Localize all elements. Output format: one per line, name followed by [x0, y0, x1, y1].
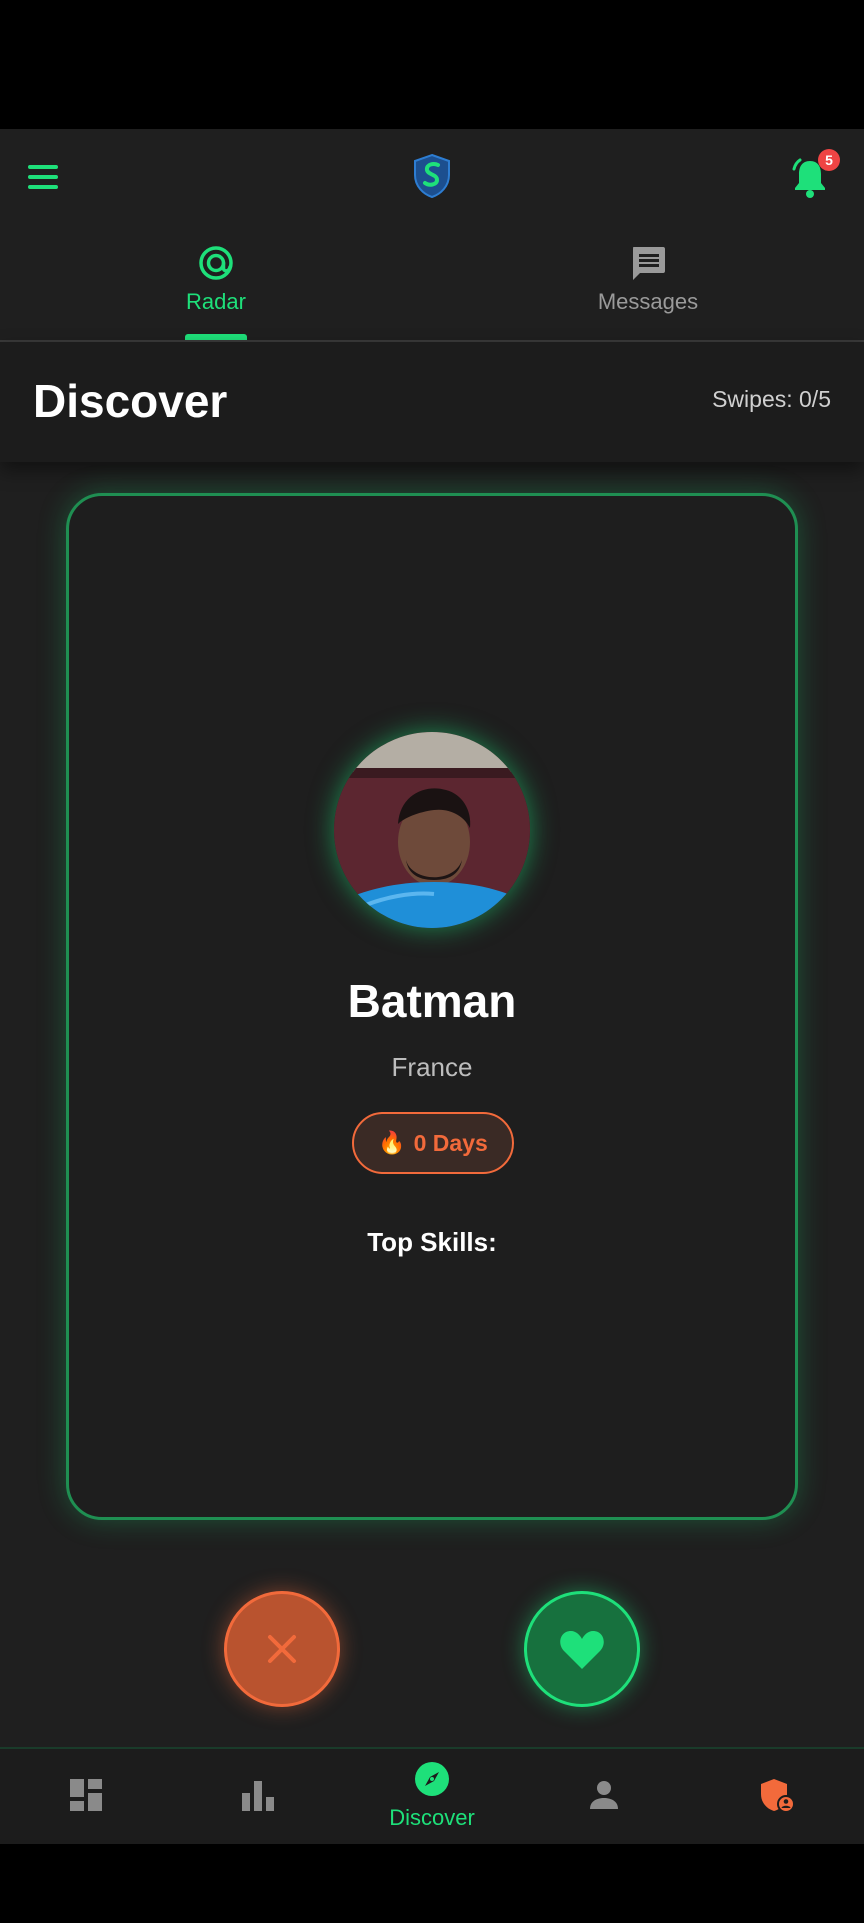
person-icon — [590, 1781, 618, 1809]
nav-profile[interactable] — [518, 1749, 690, 1844]
discover-header: Discover Swipes: 0/5 — [0, 342, 864, 462]
profile-card[interactable]: Batman France 🔥 0 Days Top Skills: — [66, 493, 798, 1520]
skills-heading: Top Skills: — [367, 1227, 497, 1257]
close-icon — [268, 1635, 296, 1663]
radar-icon — [199, 246, 233, 280]
dashboard-icon — [70, 1779, 102, 1811]
heart-icon — [560, 1631, 604, 1669]
tab-bar: Radar Messages — [0, 223, 864, 342]
active-tab-indicator — [185, 334, 247, 340]
streak-text: 0 Days — [413, 1129, 488, 1156]
like-button[interactable] — [524, 1591, 640, 1707]
nav-dashboard[interactable] — [0, 1749, 172, 1844]
menu-button[interactable] — [28, 159, 64, 195]
nav-discover-label: Discover — [389, 1805, 475, 1830]
bar-chart-icon — [242, 1781, 274, 1811]
tab-messages-label: Messages — [597, 289, 699, 314]
swipes-counter: Swipes: 0/5 — [712, 386, 831, 412]
compass-icon — [415, 1762, 449, 1796]
system-nav-area — [0, 1844, 864, 1923]
hamburger-line — [28, 165, 58, 169]
tab-messages[interactable]: Messages — [432, 223, 864, 340]
nav-stats[interactable] — [172, 1749, 344, 1844]
tab-radar-label: Radar — [186, 289, 246, 314]
page-title: Discover — [33, 375, 228, 427]
status-bar — [0, 0, 864, 129]
profile-country: France — [391, 1052, 473, 1082]
profile-name: Batman — [347, 975, 517, 1027]
streak-badge: 🔥 0 Days — [352, 1112, 514, 1174]
avatar — [334, 732, 530, 928]
hamburger-line — [28, 175, 58, 179]
notification-badge: 5 — [818, 149, 840, 171]
app-screen: 5 Radar Messages Discover Swipes: 0/5 Ba… — [0, 129, 864, 1844]
app-logo-icon — [414, 153, 450, 199]
shield-user-icon — [761, 1779, 795, 1813]
fire-icon: 🔥 — [378, 1130, 406, 1155]
nav-admin[interactable] — [692, 1749, 864, 1844]
hamburger-line — [28, 185, 58, 189]
avatar-photo — [334, 732, 530, 928]
chat-icon — [633, 247, 665, 280]
top-bar: 5 — [0, 129, 864, 223]
nav-discover[interactable]: Discover — [346, 1749, 518, 1844]
tab-radar[interactable]: Radar — [0, 223, 432, 340]
bottom-nav: Discover — [0, 1747, 864, 1844]
reject-button[interactable] — [224, 1591, 340, 1707]
